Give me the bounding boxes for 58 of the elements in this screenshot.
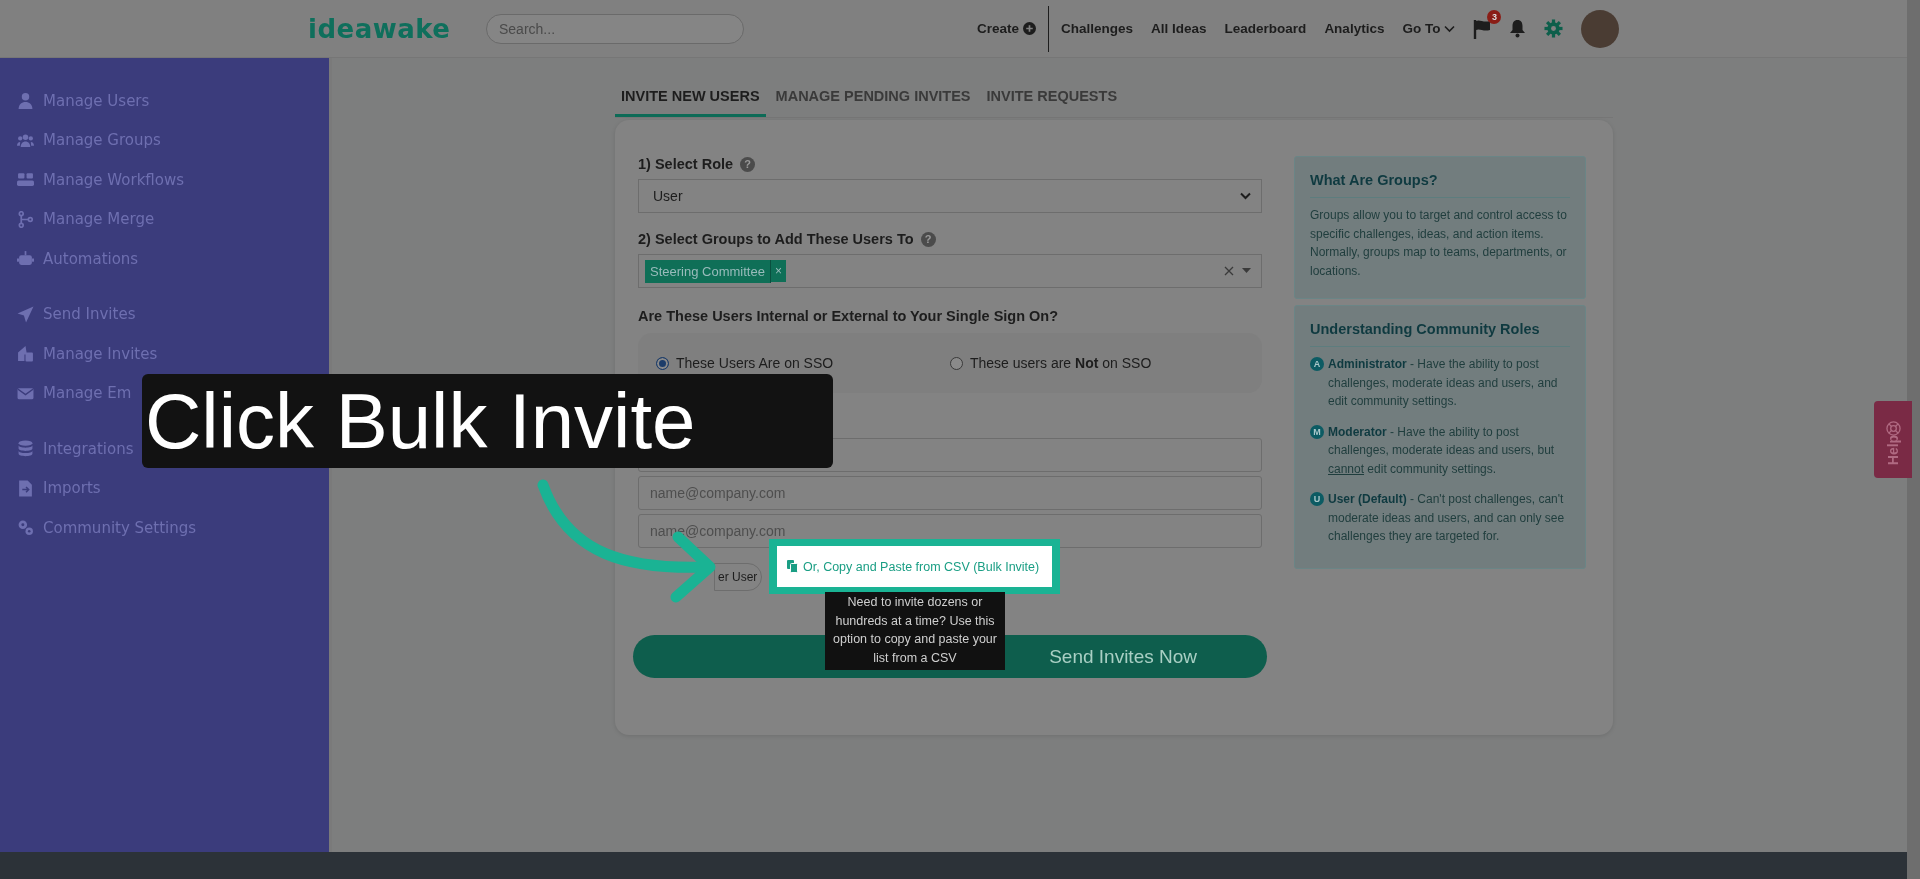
bulk-invite-button[interactable]: Or, Copy and Paste from CSV (Bulk Invite) bbox=[777, 546, 1052, 587]
notification-badge: 3 bbox=[1487, 9, 1502, 24]
role-badge: A bbox=[1310, 357, 1324, 371]
nav-link[interactable]: Leaderboard bbox=[1224, 21, 1307, 36]
sidebar-item-icon bbox=[17, 92, 34, 110]
panel-title: Understanding Community Roles bbox=[1310, 321, 1541, 337]
help-icon: ? bbox=[740, 156, 756, 172]
tab[interactable]: MANAGE PENDING INVITES bbox=[769, 82, 977, 117]
help-tab[interactable]: Help bbox=[1874, 401, 1912, 478]
field-label: 1) Select Role bbox=[638, 156, 734, 172]
tab[interactable]: INVITE REQUESTS bbox=[980, 82, 1124, 117]
add-user-button[interactable]: er User bbox=[714, 563, 763, 591]
settings-icon[interactable] bbox=[1544, 19, 1564, 38]
bell-icon[interactable] bbox=[1509, 19, 1527, 38]
lifebuoy-icon bbox=[1885, 421, 1901, 436]
sidebar-item-icon bbox=[17, 519, 34, 537]
logo[interactable]: ideawake bbox=[308, 13, 486, 44]
radio-button[interactable] bbox=[656, 356, 669, 370]
plus-circle-icon bbox=[1023, 22, 1037, 35]
panel-title: What Are Groups? bbox=[1310, 172, 1439, 188]
role-badge: U bbox=[1310, 492, 1324, 506]
copy-icon bbox=[787, 560, 798, 573]
sidebar-item-icon bbox=[17, 345, 34, 363]
tab[interactable]: INVITE NEW USERS bbox=[615, 82, 766, 117]
question-text: Are These Users Internal or External to Your Single Sign On? bbox=[638, 308, 1059, 324]
radio-label: These Users Are on SSO bbox=[676, 355, 834, 371]
tooltip: Need to invite dozens or hundreds at a time? Use this option to copy and paste your list from a CSV bbox=[825, 592, 1005, 670]
sidebar-item-icon bbox=[17, 440, 34, 458]
group-tag: Steering Committee bbox=[645, 259, 771, 283]
caret-icon[interactable] bbox=[1242, 268, 1251, 274]
nav-link[interactable]: Analytics bbox=[1324, 21, 1385, 36]
role-description: User (Default) - Can't post challenges, can't moderate ideas and users, and can only see challenges they are targeted for. bbox=[1328, 491, 1566, 545]
radio-label: These users are Not on SSO bbox=[970, 355, 1152, 371]
search-field[interactable]: Search... bbox=[486, 13, 744, 44]
sidebar-item-icon bbox=[17, 250, 34, 268]
panel-text: Groups allow you to target and control access to specific challenges, ideas, and action items. Normally, groups map to teams, departments, or locations. bbox=[1310, 207, 1568, 280]
flag-icon[interactable] bbox=[1473, 18, 1492, 39]
nav-link[interactable]: Challenges bbox=[1061, 21, 1134, 36]
role-badge: M bbox=[1310, 424, 1324, 439]
caption-tooltip: Click Bulk Invite bbox=[142, 374, 833, 468]
nav-link[interactable]: All Ideas bbox=[1151, 21, 1207, 36]
create-link[interactable]: Create bbox=[977, 21, 1037, 36]
role-description: Moderator - Have the ability to post challenges, moderate ideas and users, but cannot edit community settings. bbox=[1328, 423, 1556, 478]
help-icon: ? bbox=[920, 231, 936, 247]
goto-dropdown[interactable]: Go To bbox=[1402, 21, 1456, 36]
role-description: Administrator - Have the ability to post challenges, moderate ideas and users, and edit community settings. bbox=[1328, 356, 1559, 410]
groups-select[interactable]: Steering Committee × bbox=[638, 254, 1262, 288]
chevron-down-icon bbox=[1240, 192, 1251, 200]
sidebar-item-icon bbox=[17, 479, 34, 497]
sidebar-item-icon bbox=[17, 171, 34, 189]
radio-button[interactable] bbox=[950, 356, 963, 370]
sidebar-item-icon bbox=[17, 305, 34, 323]
role-select[interactable]: User bbox=[638, 179, 1262, 213]
clear-icon[interactable] bbox=[1224, 266, 1234, 276]
sidebar-item-icon bbox=[17, 210, 34, 228]
field-label: 2) Select Groups to Add These Users To bbox=[638, 231, 914, 247]
chevron-down-icon bbox=[1444, 24, 1456, 33]
avatar[interactable] bbox=[1581, 9, 1620, 48]
